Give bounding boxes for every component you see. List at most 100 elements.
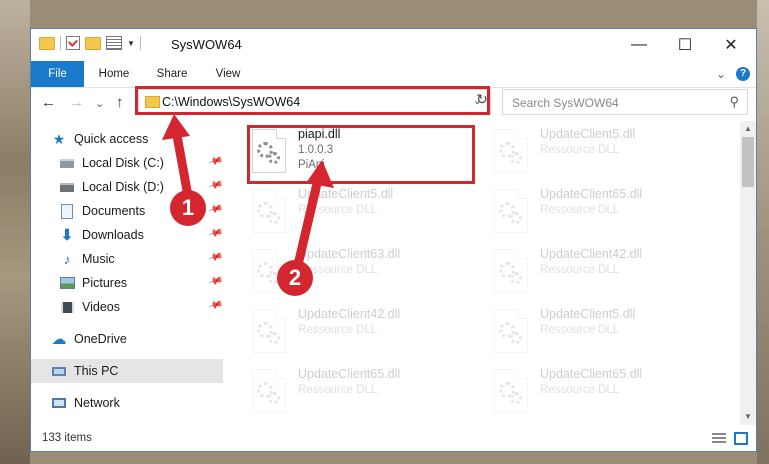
file-type: Ressource DLL — [298, 204, 378, 216]
close-button[interactable]: ✕ — [708, 29, 754, 61]
file-name: UpdateClient5.dll — [540, 127, 636, 141]
sidebar-item-label: This PC — [74, 364, 119, 378]
sidebar-item-local-disk-c[interactable]: Local Disk (C:) 📌 — [59, 151, 223, 175]
step-badge-2: 2 — [277, 260, 313, 296]
file-item[interactable]: UpdateClient65.dll Ressource DLL — [494, 185, 724, 243]
sidebar-item-label: Videos — [82, 300, 120, 314]
item-count: 133 items — [42, 432, 92, 444]
scroll-down-icon[interactable]: ▼ — [740, 409, 756, 425]
desktop-background-left — [0, 0, 30, 464]
address-bar-highlight — [135, 86, 490, 115]
file-name: UpdateClient5.dll — [298, 187, 394, 201]
file-type: Ressource DLL — [540, 324, 620, 336]
sidebar-item-downloads[interactable]: ⬇ Downloads 📌 — [59, 223, 224, 247]
sidebar-item-quick-access[interactable]: ★ Quick access — [51, 127, 243, 151]
desktop-background-right — [757, 0, 769, 464]
pin-icon[interactable]: 📌 — [207, 178, 223, 194]
file-name: UpdateClient65.dll — [298, 367, 401, 381]
title-bar: ▼ SysWOW64 — ☐ ✕ — [31, 29, 756, 61]
dll-file-icon — [252, 309, 286, 353]
tab-share[interactable]: Share — [151, 61, 193, 87]
drive-icon — [59, 155, 75, 171]
tab-home[interactable]: Home — [93, 61, 135, 87]
tab-view[interactable]: View — [209, 61, 247, 87]
pin-icon[interactable]: 📌 — [207, 154, 223, 170]
dll-file-icon — [494, 309, 528, 353]
window-title: SysWOW64 — [171, 37, 242, 52]
star-icon: ★ — [52, 130, 66, 147]
download-icon: ⬇ — [60, 227, 74, 244]
sidebar-item-this-pc[interactable]: This PC — [31, 359, 223, 383]
file-type: Ressource DLL — [540, 144, 620, 156]
pin-icon[interactable]: 📌 — [207, 226, 223, 242]
ribbon-tabs: File Home Share View ⌄ ? — [31, 61, 756, 88]
file-name: UpdateClient42.dll — [540, 247, 643, 261]
toolbar-divider — [60, 36, 61, 50]
sidebar-item-label: Pictures — [82, 276, 128, 290]
toolbar-divider — [139, 36, 141, 50]
file-type: Ressource DLL — [540, 264, 620, 276]
pin-icon[interactable]: 📌 — [207, 298, 223, 314]
minimize-button[interactable]: — — [616, 29, 662, 61]
sidebar-item-label: Documents — [82, 204, 146, 218]
expand-ribbon-chevron-icon[interactable]: ⌄ — [716, 67, 726, 81]
sidebar-item-label: Local Disk (D:) — [82, 180, 164, 194]
sidebar-item-label: OneDrive — [74, 332, 127, 346]
properties-icon[interactable] — [66, 36, 80, 50]
large-icons-view-icon[interactable] — [734, 432, 748, 445]
dll-file-icon — [252, 369, 286, 413]
scrollbar-thumb[interactable] — [742, 137, 754, 187]
details-view-icon[interactable] — [712, 433, 726, 444]
file-type: Ressource DLL — [298, 384, 378, 396]
computer-icon — [51, 363, 67, 379]
sidebar-item-label: Network — [74, 396, 120, 410]
file-name: UpdateClient5.dll — [540, 307, 636, 321]
navigation-pane: ★ Quick access Local Disk (C:) 📌 Local D… — [31, 119, 223, 425]
drive-icon — [59, 179, 75, 195]
sidebar-item-music[interactable]: ♪ Music 📌 — [59, 247, 224, 271]
file-highlight — [247, 125, 475, 184]
file-item[interactable]: UpdateClient65.dll Ressource DLL — [494, 365, 724, 423]
back-arrow-icon[interactable]: ← — [41, 94, 56, 111]
file-item[interactable]: UpdateClient5.dll Ressource DLL — [494, 125, 724, 183]
file-type: Ressource DLL — [540, 384, 620, 396]
folder-icon[interactable] — [39, 36, 55, 50]
file-item[interactable]: UpdateClient42.dll Ressource DLL — [252, 305, 482, 363]
help-icon[interactable]: ? — [736, 67, 750, 81]
file-name: UpdateClient42.dll — [298, 307, 401, 321]
up-arrow-icon[interactable]: ↑ — [116, 94, 124, 111]
tab-file[interactable]: File — [31, 61, 84, 87]
search-icon[interactable]: ⚲ — [729, 94, 739, 110]
step-badge-1: 1 — [170, 190, 206, 226]
sidebar-item-label: Local Disk (C:) — [82, 156, 164, 170]
dll-file-icon — [494, 369, 528, 413]
forward-arrow-icon[interactable]: → — [69, 94, 84, 111]
search-input[interactable]: Search SysWOW64 ⚲ — [502, 89, 748, 115]
sidebar-item-pictures[interactable]: Pictures 📌 — [59, 271, 223, 295]
dll-file-icon — [494, 249, 528, 293]
sidebar-item-label: Quick access — [74, 132, 149, 146]
sidebar-item-videos[interactable]: Videos 📌 — [59, 295, 223, 319]
quick-access-toolbar: ▼ — [39, 36, 141, 50]
view-menu-icon[interactable] — [106, 36, 122, 50]
pin-icon[interactable]: 📌 — [207, 250, 223, 266]
customize-toolbar-chevron-icon[interactable]: ▼ — [127, 39, 135, 48]
pictures-icon — [59, 275, 75, 291]
sidebar-item-label: Downloads — [82, 228, 144, 242]
sidebar-item-onedrive[interactable]: ☁ OneDrive — [51, 327, 243, 351]
file-item[interactable]: UpdateClient5.dll Ressource DLL — [252, 185, 482, 243]
dll-file-icon — [494, 189, 528, 233]
new-folder-icon[interactable] — [85, 36, 101, 50]
pin-icon[interactable]: 📌 — [207, 202, 223, 218]
file-item[interactable]: UpdateClient5.dll Ressource DLL — [494, 305, 724, 363]
music-icon: ♪ — [63, 251, 71, 267]
vertical-scrollbar[interactable]: ▲ ▼ — [740, 121, 756, 425]
pin-icon[interactable]: 📌 — [207, 274, 223, 290]
sidebar-item-network[interactable]: Network — [51, 391, 243, 415]
scroll-up-icon[interactable]: ▲ — [740, 121, 756, 137]
recent-locations-chevron-icon[interactable]: ⌄ — [95, 97, 104, 110]
maximize-button[interactable]: ☐ — [662, 29, 708, 61]
file-type: Ressource DLL — [540, 204, 620, 216]
file-item[interactable]: UpdateClient42.dll Ressource DLL — [494, 245, 724, 303]
file-item[interactable]: UpdateClient65.dll Ressource DLL — [252, 365, 482, 423]
